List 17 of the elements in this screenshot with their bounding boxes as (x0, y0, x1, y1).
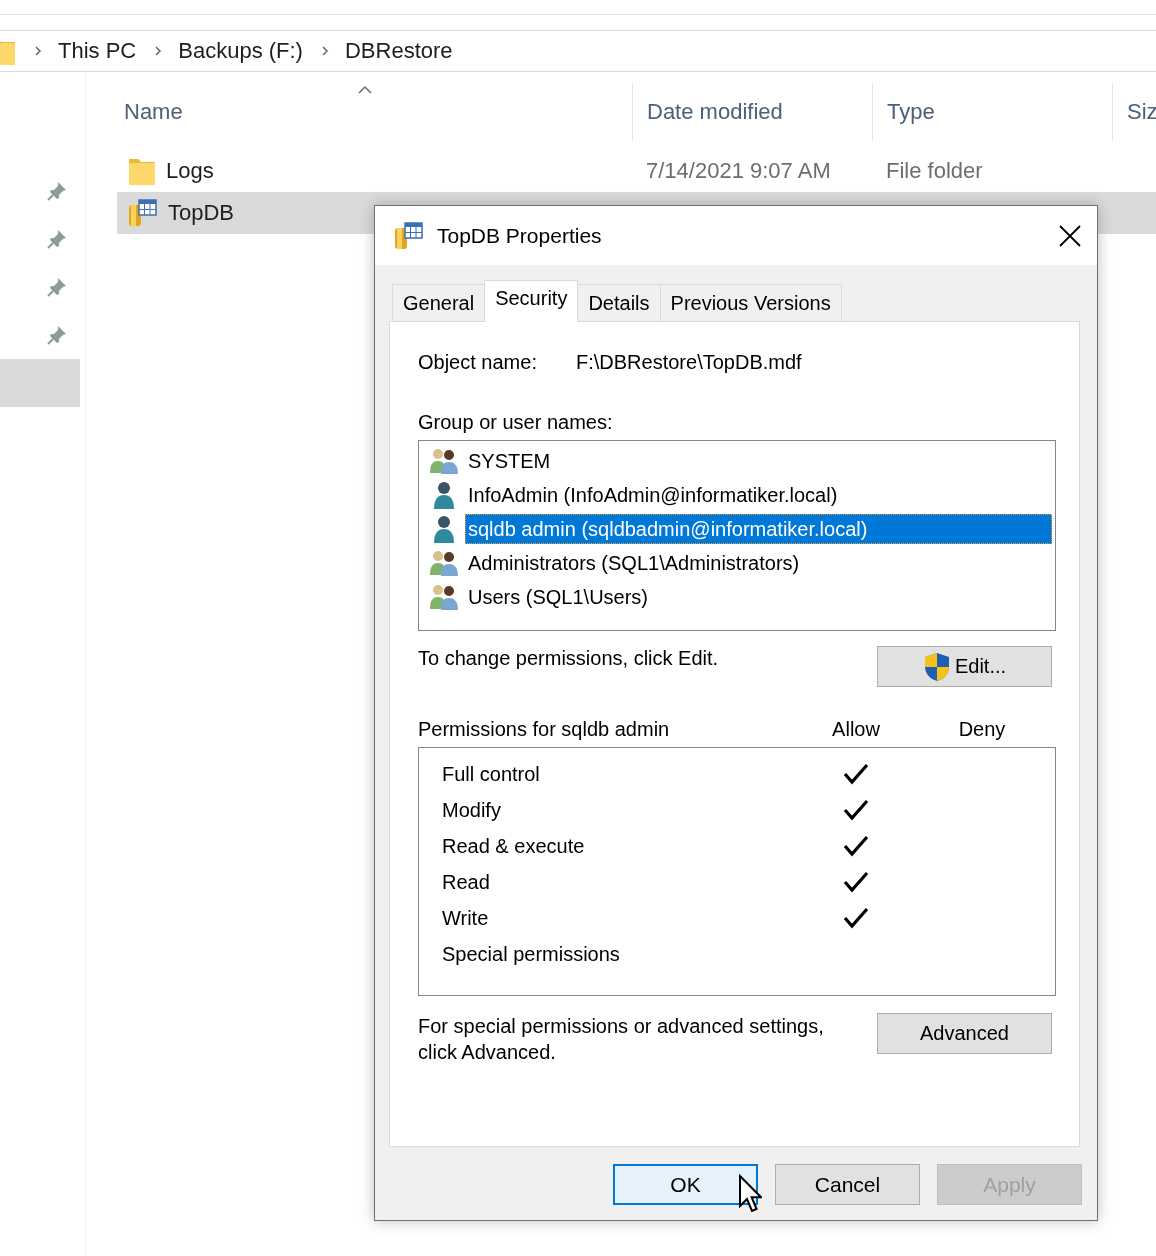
date-modified: 7/14/2021 9:07 AM (646, 158, 831, 183)
file-type: File folder (886, 158, 983, 183)
column-header: Allow (831, 717, 881, 741)
permission-name: Read & execute (442, 834, 586, 858)
advanced-hint: For special permissions or advanced settings, click Advanced. (418, 1014, 825, 1065)
users-label: Group or user names: (418, 410, 614, 434)
object-name: F:\DBRestore\TopDB.mdf (576, 350, 802, 374)
object-name-label: Object name: (418, 350, 538, 374)
permission-name: Special permissions (442, 942, 621, 966)
permission-name: Full control (442, 762, 541, 786)
permissions-label: Permissions for sqldb admin (418, 717, 671, 741)
permission-name: Modify (442, 798, 502, 822)
permission-name: Write (442, 906, 490, 930)
change-hint: To change permissions, click Edit. (418, 647, 719, 670)
window-title: TopDB Properties (437, 223, 602, 248)
column-header: Deny (957, 717, 1007, 741)
permission-name: Read (442, 870, 491, 894)
